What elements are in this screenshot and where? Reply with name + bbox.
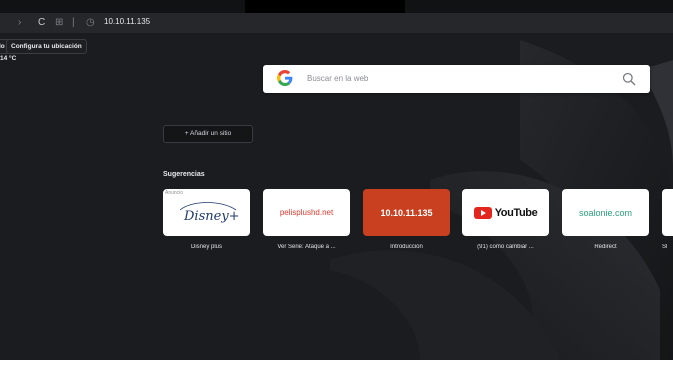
search-icon[interactable]	[622, 72, 636, 86]
youtube-logo: YouTube	[473, 206, 538, 219]
active-tab[interactable]	[245, 0, 405, 13]
disney-logo-text: Disney+	[183, 209, 240, 224]
browser-window: › C ⊞ | ◷ 10.10.11.135 lo Configura tu u…	[0, 0, 673, 360]
reload-icon[interactable]: C	[38, 16, 45, 30]
ad-label: Anuncio	[165, 190, 184, 196]
tile-caption: Redirect	[594, 244, 617, 250]
search-input[interactable]: Buscar en la web	[307, 74, 368, 83]
tile-pelisplushd[interactable]: pelisplushd.net	[263, 189, 350, 236]
search-box[interactable]: Buscar en la web	[263, 65, 650, 93]
configure-location-button[interactable]: Configura tu ubicación	[6, 39, 87, 54]
youtube-play-icon	[473, 206, 492, 219]
suggestions-heading: Sugerencias	[163, 171, 205, 178]
tile-caption: Ver Serie: Ataque a ...	[277, 244, 336, 250]
url-field[interactable]: 10.10.11.135	[104, 17, 150, 26]
speed-dial-icon[interactable]: ⊞	[55, 16, 63, 30]
tile-partial[interactable]	[662, 189, 673, 236]
site-info-icon[interactable]: ◷	[86, 16, 95, 30]
add-site-button[interactable]: + Añadir un sitio	[163, 125, 253, 143]
tile-caption: Introducción	[390, 244, 423, 250]
forward-icon[interactable]: ›	[18, 16, 21, 30]
address-bar: › C ⊞ | ◷ 10.10.11.135	[0, 13, 673, 33]
tile-disney-plus[interactable]: Anuncio Disney+	[163, 189, 250, 236]
tile-youtube[interactable]: YouTube	[462, 189, 549, 236]
wallpaper-background	[0, 0, 673, 360]
pelisplushd-logo-text: pelisplushd.net	[279, 208, 334, 217]
tile-local-ip[interactable]: 10.10.11.135	[363, 189, 450, 236]
tile-caption: Disney plus	[190, 244, 222, 250]
tile-caption: Sl	[662, 244, 668, 250]
youtube-logo-text: YouTube	[494, 206, 538, 219]
tile-caption: (91) como cambiar ...	[477, 244, 534, 250]
ip-logo-text: 10.10.11.135	[380, 207, 433, 218]
google-icon	[277, 70, 293, 86]
soalonie-logo-text: soalonie.com	[578, 207, 633, 218]
tab-strip	[0, 0, 673, 13]
separator-icon: |	[72, 17, 75, 28]
disney-logo-icon: Disney+	[179, 201, 240, 224]
weather-temperature: 14 °C	[0, 55, 17, 62]
tile-soalonie[interactable]: soalonie.com	[562, 189, 649, 236]
